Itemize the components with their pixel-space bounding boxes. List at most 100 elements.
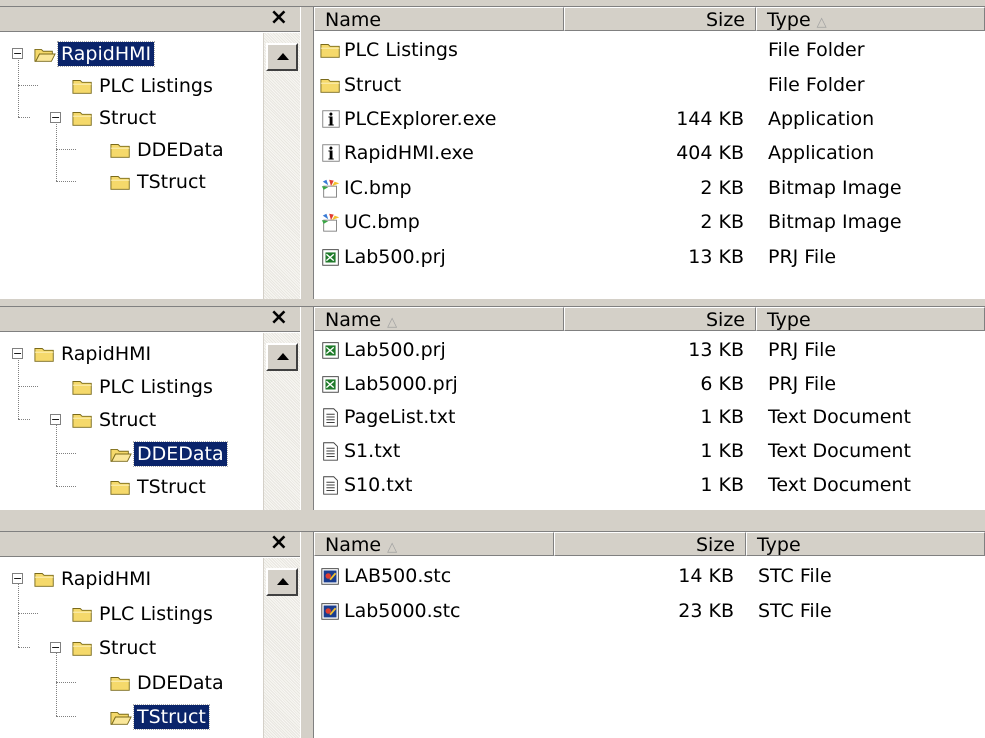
- tree-node-label: Struct: [99, 107, 157, 129]
- tree-collapse-toggle[interactable]: −: [12, 573, 23, 584]
- panel-separator: [0, 299, 985, 307]
- close-pane-button[interactable]: ×: [270, 531, 288, 555]
- file-row[interactable]: Struct File Folder: [314, 67, 985, 101]
- file-row[interactable]: i RapidHMI.exe 404 KB Application: [314, 136, 985, 170]
- tree-scrollbar[interactable]: [263, 333, 300, 510]
- pane-splitter[interactable]: [300, 7, 314, 299]
- tree-node-rapidhmi[interactable]: RapidHMI: [28, 564, 154, 594]
- file-size: 23 KB: [678, 599, 734, 622]
- tree-node-label: PLC Listings: [99, 376, 213, 399]
- scroll-up-button[interactable]: [266, 343, 298, 371]
- folders-pane-header: ×: [0, 6, 300, 32]
- file-type: Application: [768, 107, 875, 130]
- tree-node-ddedata[interactable]: DDEData: [104, 135, 227, 165]
- tree-node-tstruct[interactable]: TStruct: [104, 167, 209, 197]
- folder-icon: [72, 381, 92, 395]
- file-list: LAB500.stc 14 KB STC File Lab5000.stc 23 KB S…: [314, 558, 985, 628]
- column-header-label: Size: [695, 534, 735, 556]
- folder-icon: [72, 80, 92, 94]
- file-name-cell: S10.txt: [314, 474, 564, 496]
- tree-node-tstruct[interactable]: TStruct: [104, 702, 210, 732]
- tree-node-ddedata[interactable]: DDEData: [104, 668, 227, 698]
- column-header-name[interactable]: Name: [314, 7, 564, 31]
- file-type: STC File: [758, 599, 832, 622]
- file-row[interactable]: LAB500.stc 14 KB STC File: [314, 558, 985, 593]
- file-size: 144 KB: [676, 107, 744, 130]
- tree-node-struct[interactable]: Struct: [66, 103, 159, 133]
- stc-icon: [321, 602, 339, 620]
- column-header-size[interactable]: Size: [564, 7, 756, 31]
- pane-splitter[interactable]: [300, 307, 314, 510]
- column-header-label: Type: [757, 534, 801, 556]
- file-name-cell: PLC Listings: [314, 39, 564, 61]
- file-name-cell: LAB500.stc: [314, 565, 554, 587]
- tree-node-ddedata[interactable]: DDEData: [104, 439, 228, 469]
- close-pane-button[interactable]: ×: [270, 306, 288, 330]
- file-row[interactable]: IC.bmp 2 KB Bitmap Image: [314, 171, 985, 205]
- column-header-size[interactable]: Size: [564, 307, 756, 331]
- tree-connector-line: [18, 386, 38, 388]
- file-row[interactable]: PLC Listings File Folder: [314, 33, 985, 67]
- tree-collapse-toggle[interactable]: −: [12, 348, 23, 359]
- file-row[interactable]: PageList.txt 1 KB Text Document: [314, 401, 985, 435]
- tree-node-plc-listings[interactable]: PLC Listings: [66, 372, 216, 402]
- tree-connector-line: [18, 419, 30, 421]
- tree-node-label: Struct: [99, 637, 157, 659]
- column-header-name[interactable]: Name △: [314, 307, 564, 331]
- file-size: 1 KB: [700, 406, 744, 429]
- column-header-type[interactable]: Type: [746, 532, 985, 556]
- pane-splitter[interactable]: [300, 532, 314, 738]
- file-row[interactable]: Lab500.prj 13 KB PRJ File: [314, 333, 985, 367]
- tree-node-plc-listings[interactable]: PLC Listings: [66, 71, 216, 101]
- file-row[interactable]: i PLCExplorer.exe 144 KB Application: [314, 102, 985, 136]
- tree-node-struct[interactable]: Struct: [66, 405, 159, 435]
- panel-separator: [0, 0, 985, 7]
- file-size: 404 KB: [676, 142, 744, 165]
- file-list-pane: Name △ Size Type LAB500.stc 14 KB STC File Lab5…: [314, 532, 985, 738]
- tree-node-rapidhmi[interactable]: RapidHMI: [28, 339, 154, 369]
- tree-collapse-toggle[interactable]: −: [50, 414, 61, 426]
- tree-node-plc-listings[interactable]: PLC Listings: [66, 599, 216, 629]
- tree-node-struct[interactable]: Struct: [66, 633, 159, 663]
- tree-scrollbar[interactable]: [263, 33, 300, 299]
- file-row[interactable]: Lab500.prj 13 KB PRJ File: [314, 239, 985, 273]
- file-type: PRJ File: [768, 338, 837, 361]
- column-header-type[interactable]: Type △: [756, 7, 985, 31]
- folder-icon: [34, 573, 54, 587]
- text-doc-icon: [323, 476, 338, 495]
- tree-collapse-toggle[interactable]: −: [50, 642, 61, 653]
- folder-icon: [320, 78, 340, 93]
- tree-node-tstruct[interactable]: TStruct: [104, 472, 209, 502]
- column-header-label: Size: [705, 309, 745, 331]
- file-row[interactable]: S1.txt 1 KB Text Document: [314, 434, 985, 468]
- column-header-type[interactable]: Type: [756, 307, 985, 331]
- tree-collapse-toggle[interactable]: −: [50, 112, 61, 123]
- folder-icon: [72, 112, 92, 126]
- file-row[interactable]: UC.bmp 2 KB Bitmap Image: [314, 205, 985, 239]
- tree-node-label: PLC Listings: [99, 602, 213, 625]
- file-type: STC File: [758, 564, 832, 587]
- file-name: S1.txt: [344, 440, 401, 463]
- file-row[interactable]: S10.txt 1 KB Text Document: [314, 468, 985, 502]
- open-folder-icon: [34, 48, 56, 62]
- column-header-size[interactable]: Size: [554, 532, 746, 556]
- tree-node-label: DDEData: [137, 671, 224, 694]
- file-name: Lab5000.prj: [344, 372, 458, 395]
- tree-connector-line: [18, 85, 38, 86]
- close-pane-button[interactable]: ×: [270, 6, 288, 30]
- scroll-up-button[interactable]: [266, 43, 298, 71]
- tree-node-rapidhmi[interactable]: RapidHMI: [28, 39, 156, 69]
- tree-scrollbar[interactable]: [263, 558, 300, 738]
- column-header-name[interactable]: Name △: [314, 532, 554, 556]
- panel-separator: [0, 510, 985, 532]
- folder-tree-pane: × − RapidHMI PLC Listings − Struct DDEData TStr…: [0, 6, 300, 299]
- column-header-label: Name: [325, 309, 382, 331]
- file-name-cell: IC.bmp: [314, 177, 564, 199]
- scroll-up-button[interactable]: [266, 568, 298, 596]
- file-row[interactable]: Lab5000.prj 6 KB PRJ File: [314, 367, 985, 401]
- tree-collapse-toggle[interactable]: −: [12, 48, 23, 59]
- tree-connector-line: [18, 117, 30, 118]
- file-type: Text Document: [768, 440, 911, 463]
- tree-connector-line: [18, 647, 30, 648]
- file-row[interactable]: Lab5000.stc 23 KB STC File: [314, 593, 985, 628]
